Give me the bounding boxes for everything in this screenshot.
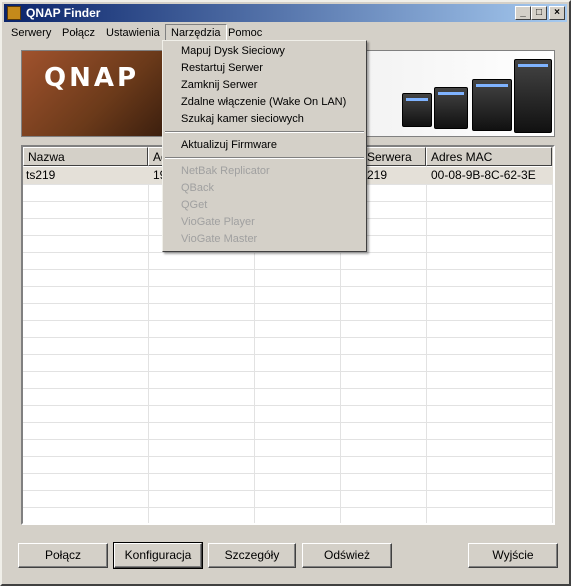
refresh-button[interactable]: Odśwież — [302, 543, 392, 568]
menu-separator — [165, 131, 364, 133]
nas-device-icon — [402, 93, 432, 127]
grid-line — [23, 303, 553, 304]
grid-line — [23, 422, 553, 423]
grid-line — [426, 166, 427, 523]
menu-item-shutdown[interactable]: Zamknij Serwer — [181, 77, 257, 93]
grid-line — [23, 337, 553, 338]
close-button[interactable]: × — [549, 6, 565, 20]
menu-item-update-firmware[interactable]: Aktualizuj Firmware — [181, 137, 277, 153]
maximize-button[interactable]: □ — [531, 6, 547, 20]
grid-line — [23, 286, 553, 287]
grid-line — [23, 456, 553, 457]
cell-name: ts219 — [26, 168, 56, 182]
connect-button[interactable]: Połącz — [18, 543, 108, 568]
grid-line — [23, 269, 553, 270]
grid-line — [23, 473, 553, 474]
banner-photo: QNAP — [22, 51, 162, 136]
exit-button[interactable]: Wyjście — [468, 543, 558, 568]
details-button[interactable]: Szczegóły — [208, 543, 296, 568]
menu-item-viogate-player: VioGate Player — [181, 216, 255, 228]
nas-device-icon — [434, 87, 468, 129]
grid-line — [23, 320, 553, 321]
menu-pomoc[interactable]: Pomoc — [223, 25, 267, 41]
menu-polacz[interactable]: Połącz — [57, 25, 100, 41]
menu-item-netbak: NetBak Replicator — [181, 165, 270, 177]
menu-item-qback: QBack — [181, 182, 215, 194]
menu-item-wake-on-lan[interactable]: Zdalne włączenie (Wake On LAN) — [181, 94, 346, 110]
minimize-button[interactable]: _ — [515, 6, 531, 20]
nas-device-icon — [514, 59, 552, 133]
menu-serwery[interactable]: Serwery — [6, 25, 56, 41]
menu-item-find-cameras[interactable]: Szukaj kamer sieciowych — [181, 111, 304, 127]
tools-dropdown-menu: Mapuj Dysk Sieciowy Restartuj Serwer Zam… — [162, 40, 367, 252]
app-icon — [7, 6, 21, 20]
menu-item-viogate-master: VioGate Master — [181, 233, 258, 245]
menu-separator — [165, 157, 364, 159]
qnap-logo: QNAP — [44, 63, 140, 93]
grid-line — [23, 354, 553, 355]
menu-item-qget: QGet — [181, 199, 208, 211]
grid-line — [552, 166, 553, 523]
grid-line — [23, 371, 553, 372]
menu-ustawienia[interactable]: Ustawienia — [101, 25, 165, 41]
nas-device-icon — [472, 79, 512, 131]
window-title: QNAP Finder — [26, 6, 101, 20]
menu-item-restart[interactable]: Restartuj Serwer — [181, 60, 263, 76]
grid-line — [23, 405, 553, 406]
grid-line — [148, 166, 149, 523]
title-bar[interactable]: QNAP Finder _ □ × — [4, 4, 567, 22]
grid-line — [23, 490, 553, 491]
menu-item-map-drive[interactable]: Mapuj Dysk Sieciowy — [181, 43, 285, 59]
column-header-nazwa[interactable]: Nazwa — [23, 147, 148, 166]
config-button[interactable]: Konfiguracja — [113, 542, 203, 569]
grid-line — [23, 439, 553, 440]
cell-mac: 00-08-9B-8C-62-3E — [431, 168, 536, 182]
column-header-adres-mac[interactable]: Adres MAC — [426, 147, 552, 166]
grid-line — [23, 507, 553, 508]
grid-line — [23, 252, 553, 253]
grid-line — [23, 388, 553, 389]
